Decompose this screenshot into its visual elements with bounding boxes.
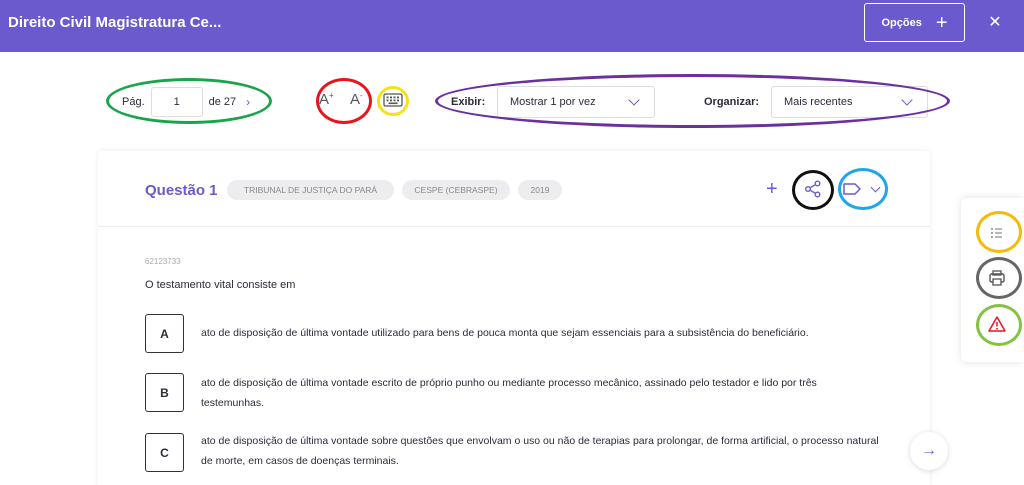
font-decrease-letter: A bbox=[350, 91, 361, 108]
alternative-b-button[interactable]: B bbox=[145, 373, 184, 412]
share-icon[interactable] bbox=[804, 180, 822, 198]
question-statement: O testamento vital consiste em bbox=[145, 279, 296, 291]
keyboard-icon[interactable] bbox=[383, 93, 403, 107]
prev-page-icon[interactable]: ‹ bbox=[106, 95, 116, 109]
next-question-button[interactable]: → bbox=[910, 432, 948, 470]
sort-select[interactable]: Mais recentes bbox=[771, 86, 928, 118]
plus-icon: + bbox=[935, 11, 948, 34]
next-page-icon[interactable]: › bbox=[246, 95, 256, 109]
question-title: Questão 1 bbox=[145, 182, 218, 199]
close-icon[interactable]: ✕ bbox=[986, 12, 1004, 32]
label-icon[interactable] bbox=[842, 182, 862, 196]
alternative-b-text[interactable]: ato de disposição de última vontade escr… bbox=[201, 373, 861, 413]
chevron-down-icon[interactable] bbox=[870, 182, 881, 193]
font-decrease-sign: - bbox=[360, 91, 363, 100]
sort-select-value: Mais recentes bbox=[784, 96, 853, 108]
display-select[interactable]: Mostrar 1 por vez bbox=[497, 86, 655, 118]
options-label: Opções bbox=[881, 16, 922, 29]
question-code: 62123733 bbox=[145, 257, 181, 266]
warning-icon[interactable] bbox=[987, 314, 1007, 334]
question-header: Questão 1 TRIBUNAL DE JUSTIÇA DO PARÁ CE… bbox=[98, 151, 930, 227]
side-tools-panel bbox=[961, 198, 1024, 362]
tag-exam-board: CESPE (CEBRASPE) bbox=[402, 180, 510, 200]
chevron-down-icon bbox=[628, 94, 640, 106]
font-decrease-button[interactable]: A- bbox=[350, 91, 363, 108]
top-bar: Direito Civil Magistratura Ce... Opções … bbox=[0, 0, 1024, 52]
chevron-down-icon bbox=[901, 94, 913, 106]
pagination: ‹ Pág. de 27 › bbox=[106, 84, 256, 120]
display-label: Exibir: bbox=[451, 96, 486, 108]
font-increase-button[interactable]: A+ bbox=[319, 91, 334, 108]
alternative-c-button[interactable]: C bbox=[145, 433, 184, 472]
tag-board: TRIBUNAL DE JUSTIÇA DO PARÁ bbox=[227, 180, 394, 200]
font-increase-sign: + bbox=[329, 91, 334, 100]
options-button[interactable]: Opções + bbox=[864, 3, 965, 42]
alternative-a-button[interactable]: A bbox=[145, 314, 184, 353]
question-card: Questão 1 TRIBUNAL DE JUSTIÇA DO PARÁ CE… bbox=[98, 151, 930, 485]
page-number-input[interactable] bbox=[150, 87, 203, 117]
alternative-a-text[interactable]: ato de disposição de última vontade util… bbox=[201, 323, 881, 343]
alternative-c-text[interactable]: ato de disposição de última vontade sobr… bbox=[201, 431, 891, 471]
page-label: Pág. bbox=[122, 96, 145, 108]
list-icon[interactable] bbox=[987, 223, 1007, 243]
notebook-title: Direito Civil Magistratura Ce... bbox=[8, 14, 222, 31]
tag-year: 2019 bbox=[518, 180, 562, 200]
sort-label: Organizar: bbox=[704, 96, 760, 108]
display-select-value: Mostrar 1 por vez bbox=[510, 96, 596, 108]
add-to-notebook-button[interactable]: + bbox=[766, 178, 778, 201]
font-increase-letter: A bbox=[319, 91, 330, 108]
page-total: de 27 bbox=[208, 96, 237, 108]
print-icon[interactable] bbox=[987, 268, 1007, 288]
